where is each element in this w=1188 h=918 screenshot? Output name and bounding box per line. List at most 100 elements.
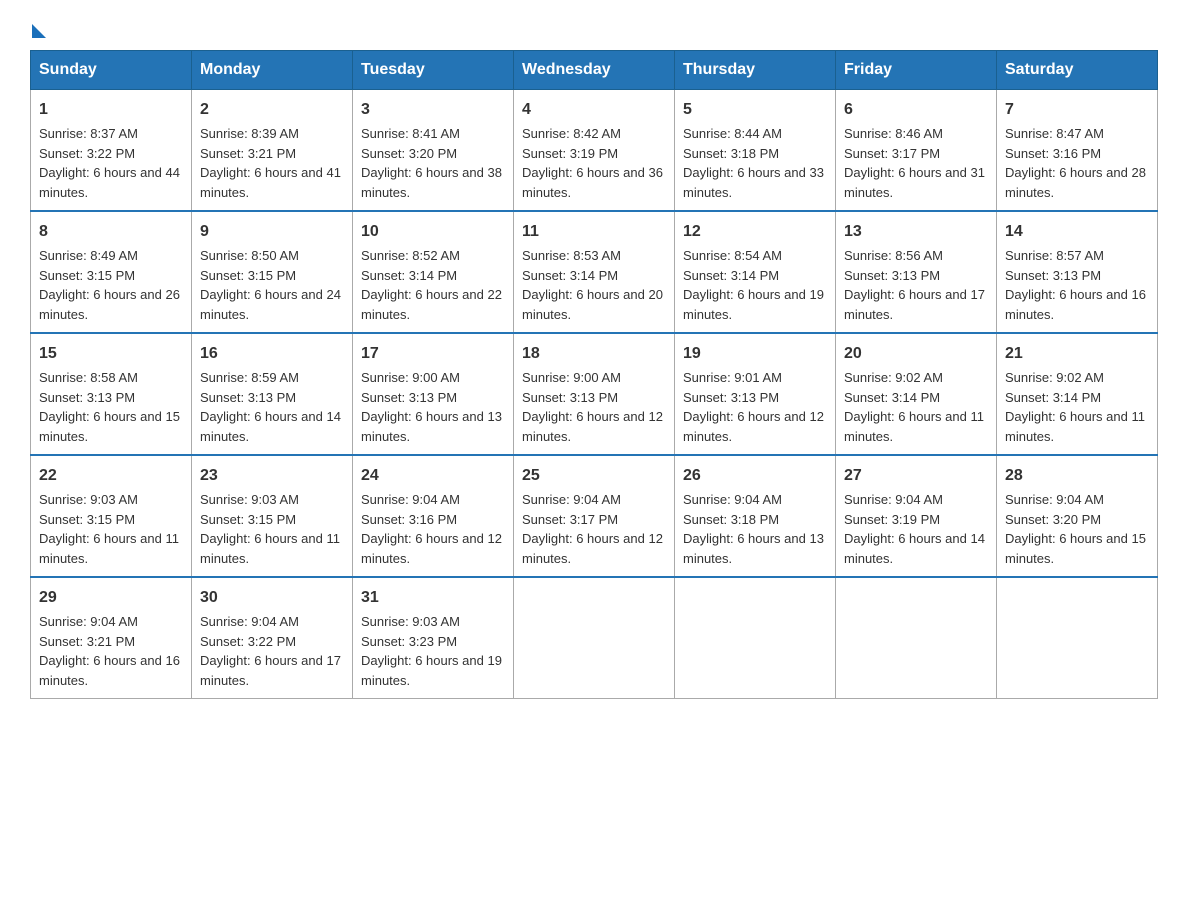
- day-number: 31: [361, 586, 505, 610]
- calendar-day-cell: 5 Sunrise: 8:44 AMSunset: 3:18 PMDayligh…: [675, 90, 836, 212]
- day-number: 21: [1005, 342, 1149, 366]
- day-info: Sunrise: 9:04 AMSunset: 3:18 PMDaylight:…: [683, 492, 824, 566]
- weekday-header-thursday: Thursday: [675, 51, 836, 90]
- day-info: Sunrise: 9:01 AMSunset: 3:13 PMDaylight:…: [683, 370, 824, 444]
- day-info: Sunrise: 8:53 AMSunset: 3:14 PMDaylight:…: [522, 248, 663, 322]
- day-info: Sunrise: 9:04 AMSunset: 3:17 PMDaylight:…: [522, 492, 663, 566]
- calendar-day-cell: 23 Sunrise: 9:03 AMSunset: 3:15 PMDaylig…: [192, 455, 353, 577]
- day-number: 23: [200, 464, 344, 488]
- weekday-header-friday: Friday: [836, 51, 997, 90]
- calendar-day-cell: 9 Sunrise: 8:50 AMSunset: 3:15 PMDayligh…: [192, 211, 353, 333]
- day-number: 27: [844, 464, 988, 488]
- day-number: 3: [361, 98, 505, 122]
- calendar-day-cell: 18 Sunrise: 9:00 AMSunset: 3:13 PMDaylig…: [514, 333, 675, 455]
- day-info: Sunrise: 8:54 AMSunset: 3:14 PMDaylight:…: [683, 248, 824, 322]
- day-number: 9: [200, 220, 344, 244]
- day-number: 10: [361, 220, 505, 244]
- calendar-week-row: 15 Sunrise: 8:58 AMSunset: 3:13 PMDaylig…: [31, 333, 1158, 455]
- calendar-day-cell: 24 Sunrise: 9:04 AMSunset: 3:16 PMDaylig…: [353, 455, 514, 577]
- calendar-day-cell: 2 Sunrise: 8:39 AMSunset: 3:21 PMDayligh…: [192, 90, 353, 212]
- day-info: Sunrise: 9:04 AMSunset: 3:20 PMDaylight:…: [1005, 492, 1146, 566]
- day-number: 28: [1005, 464, 1149, 488]
- day-number: 17: [361, 342, 505, 366]
- calendar-day-cell: 13 Sunrise: 8:56 AMSunset: 3:13 PMDaylig…: [836, 211, 997, 333]
- weekday-header-wednesday: Wednesday: [514, 51, 675, 90]
- day-info: Sunrise: 8:58 AMSunset: 3:13 PMDaylight:…: [39, 370, 180, 444]
- calendar-day-cell: 15 Sunrise: 8:58 AMSunset: 3:13 PMDaylig…: [31, 333, 192, 455]
- day-info: Sunrise: 8:42 AMSunset: 3:19 PMDaylight:…: [522, 126, 663, 200]
- calendar-day-cell: 28 Sunrise: 9:04 AMSunset: 3:20 PMDaylig…: [997, 455, 1158, 577]
- calendar-day-cell: 21 Sunrise: 9:02 AMSunset: 3:14 PMDaylig…: [997, 333, 1158, 455]
- calendar-day-cell: 20 Sunrise: 9:02 AMSunset: 3:14 PMDaylig…: [836, 333, 997, 455]
- calendar-day-cell: 8 Sunrise: 8:49 AMSunset: 3:15 PMDayligh…: [31, 211, 192, 333]
- day-info: Sunrise: 8:50 AMSunset: 3:15 PMDaylight:…: [200, 248, 341, 322]
- day-number: 2: [200, 98, 344, 122]
- day-number: 6: [844, 98, 988, 122]
- weekday-header-monday: Monday: [192, 51, 353, 90]
- calendar-day-cell: 31 Sunrise: 9:03 AMSunset: 3:23 PMDaylig…: [353, 577, 514, 699]
- day-info: Sunrise: 8:39 AMSunset: 3:21 PMDaylight:…: [200, 126, 341, 200]
- day-info: Sunrise: 9:00 AMSunset: 3:13 PMDaylight:…: [361, 370, 502, 444]
- day-info: Sunrise: 9:04 AMSunset: 3:16 PMDaylight:…: [361, 492, 502, 566]
- calendar-day-cell: 22 Sunrise: 9:03 AMSunset: 3:15 PMDaylig…: [31, 455, 192, 577]
- calendar-day-cell: 7 Sunrise: 8:47 AMSunset: 3:16 PMDayligh…: [997, 90, 1158, 212]
- day-info: Sunrise: 8:44 AMSunset: 3:18 PMDaylight:…: [683, 126, 824, 200]
- day-info: Sunrise: 9:02 AMSunset: 3:14 PMDaylight:…: [844, 370, 984, 444]
- calendar-day-cell: 14 Sunrise: 8:57 AMSunset: 3:13 PMDaylig…: [997, 211, 1158, 333]
- day-number: 19: [683, 342, 827, 366]
- day-info: Sunrise: 8:57 AMSunset: 3:13 PMDaylight:…: [1005, 248, 1146, 322]
- day-info: Sunrise: 9:03 AMSunset: 3:23 PMDaylight:…: [361, 614, 502, 688]
- calendar-day-cell: 10 Sunrise: 8:52 AMSunset: 3:14 PMDaylig…: [353, 211, 514, 333]
- day-number: 25: [522, 464, 666, 488]
- day-info: Sunrise: 9:03 AMSunset: 3:15 PMDaylight:…: [200, 492, 340, 566]
- day-info: Sunrise: 8:47 AMSunset: 3:16 PMDaylight:…: [1005, 126, 1146, 200]
- day-number: 29: [39, 586, 183, 610]
- calendar-day-cell: 11 Sunrise: 8:53 AMSunset: 3:14 PMDaylig…: [514, 211, 675, 333]
- calendar-day-cell: 30 Sunrise: 9:04 AMSunset: 3:22 PMDaylig…: [192, 577, 353, 699]
- day-info: Sunrise: 9:03 AMSunset: 3:15 PMDaylight:…: [39, 492, 179, 566]
- weekday-header-sunday: Sunday: [31, 51, 192, 90]
- calendar-day-cell: [675, 577, 836, 699]
- day-info: Sunrise: 8:49 AMSunset: 3:15 PMDaylight:…: [39, 248, 180, 322]
- calendar-day-cell: 16 Sunrise: 8:59 AMSunset: 3:13 PMDaylig…: [192, 333, 353, 455]
- logo-arrow-icon: [32, 24, 46, 38]
- weekday-header-saturday: Saturday: [997, 51, 1158, 90]
- weekday-header-row: SundayMondayTuesdayWednesdayThursdayFrid…: [31, 51, 1158, 90]
- calendar-week-row: 1 Sunrise: 8:37 AMSunset: 3:22 PMDayligh…: [31, 90, 1158, 212]
- day-number: 15: [39, 342, 183, 366]
- calendar-day-cell: 25 Sunrise: 9:04 AMSunset: 3:17 PMDaylig…: [514, 455, 675, 577]
- calendar-day-cell: 26 Sunrise: 9:04 AMSunset: 3:18 PMDaylig…: [675, 455, 836, 577]
- day-number: 30: [200, 586, 344, 610]
- day-info: Sunrise: 9:04 AMSunset: 3:19 PMDaylight:…: [844, 492, 985, 566]
- day-info: Sunrise: 8:56 AMSunset: 3:13 PMDaylight:…: [844, 248, 985, 322]
- calendar-week-row: 22 Sunrise: 9:03 AMSunset: 3:15 PMDaylig…: [31, 455, 1158, 577]
- calendar-day-cell: [997, 577, 1158, 699]
- day-number: 1: [39, 98, 183, 122]
- day-info: Sunrise: 9:04 AMSunset: 3:22 PMDaylight:…: [200, 614, 341, 688]
- day-number: 7: [1005, 98, 1149, 122]
- day-info: Sunrise: 9:00 AMSunset: 3:13 PMDaylight:…: [522, 370, 663, 444]
- calendar-day-cell: 19 Sunrise: 9:01 AMSunset: 3:13 PMDaylig…: [675, 333, 836, 455]
- calendar-day-cell: 17 Sunrise: 9:00 AMSunset: 3:13 PMDaylig…: [353, 333, 514, 455]
- day-info: Sunrise: 8:59 AMSunset: 3:13 PMDaylight:…: [200, 370, 341, 444]
- day-number: 16: [200, 342, 344, 366]
- calendar-week-row: 8 Sunrise: 8:49 AMSunset: 3:15 PMDayligh…: [31, 211, 1158, 333]
- calendar-day-cell: 4 Sunrise: 8:42 AMSunset: 3:19 PMDayligh…: [514, 90, 675, 212]
- calendar-day-cell: [514, 577, 675, 699]
- calendar-day-cell: 1 Sunrise: 8:37 AMSunset: 3:22 PMDayligh…: [31, 90, 192, 212]
- calendar-day-cell: 6 Sunrise: 8:46 AMSunset: 3:17 PMDayligh…: [836, 90, 997, 212]
- day-number: 26: [683, 464, 827, 488]
- calendar-week-row: 29 Sunrise: 9:04 AMSunset: 3:21 PMDaylig…: [31, 577, 1158, 699]
- day-info: Sunrise: 8:46 AMSunset: 3:17 PMDaylight:…: [844, 126, 985, 200]
- day-info: Sunrise: 8:37 AMSunset: 3:22 PMDaylight:…: [39, 126, 180, 200]
- day-number: 4: [522, 98, 666, 122]
- day-number: 5: [683, 98, 827, 122]
- day-info: Sunrise: 9:02 AMSunset: 3:14 PMDaylight:…: [1005, 370, 1145, 444]
- day-info: Sunrise: 9:04 AMSunset: 3:21 PMDaylight:…: [39, 614, 180, 688]
- calendar-day-cell: 27 Sunrise: 9:04 AMSunset: 3:19 PMDaylig…: [836, 455, 997, 577]
- calendar-day-cell: 3 Sunrise: 8:41 AMSunset: 3:20 PMDayligh…: [353, 90, 514, 212]
- calendar-day-cell: [836, 577, 997, 699]
- day-number: 14: [1005, 220, 1149, 244]
- day-number: 20: [844, 342, 988, 366]
- day-number: 24: [361, 464, 505, 488]
